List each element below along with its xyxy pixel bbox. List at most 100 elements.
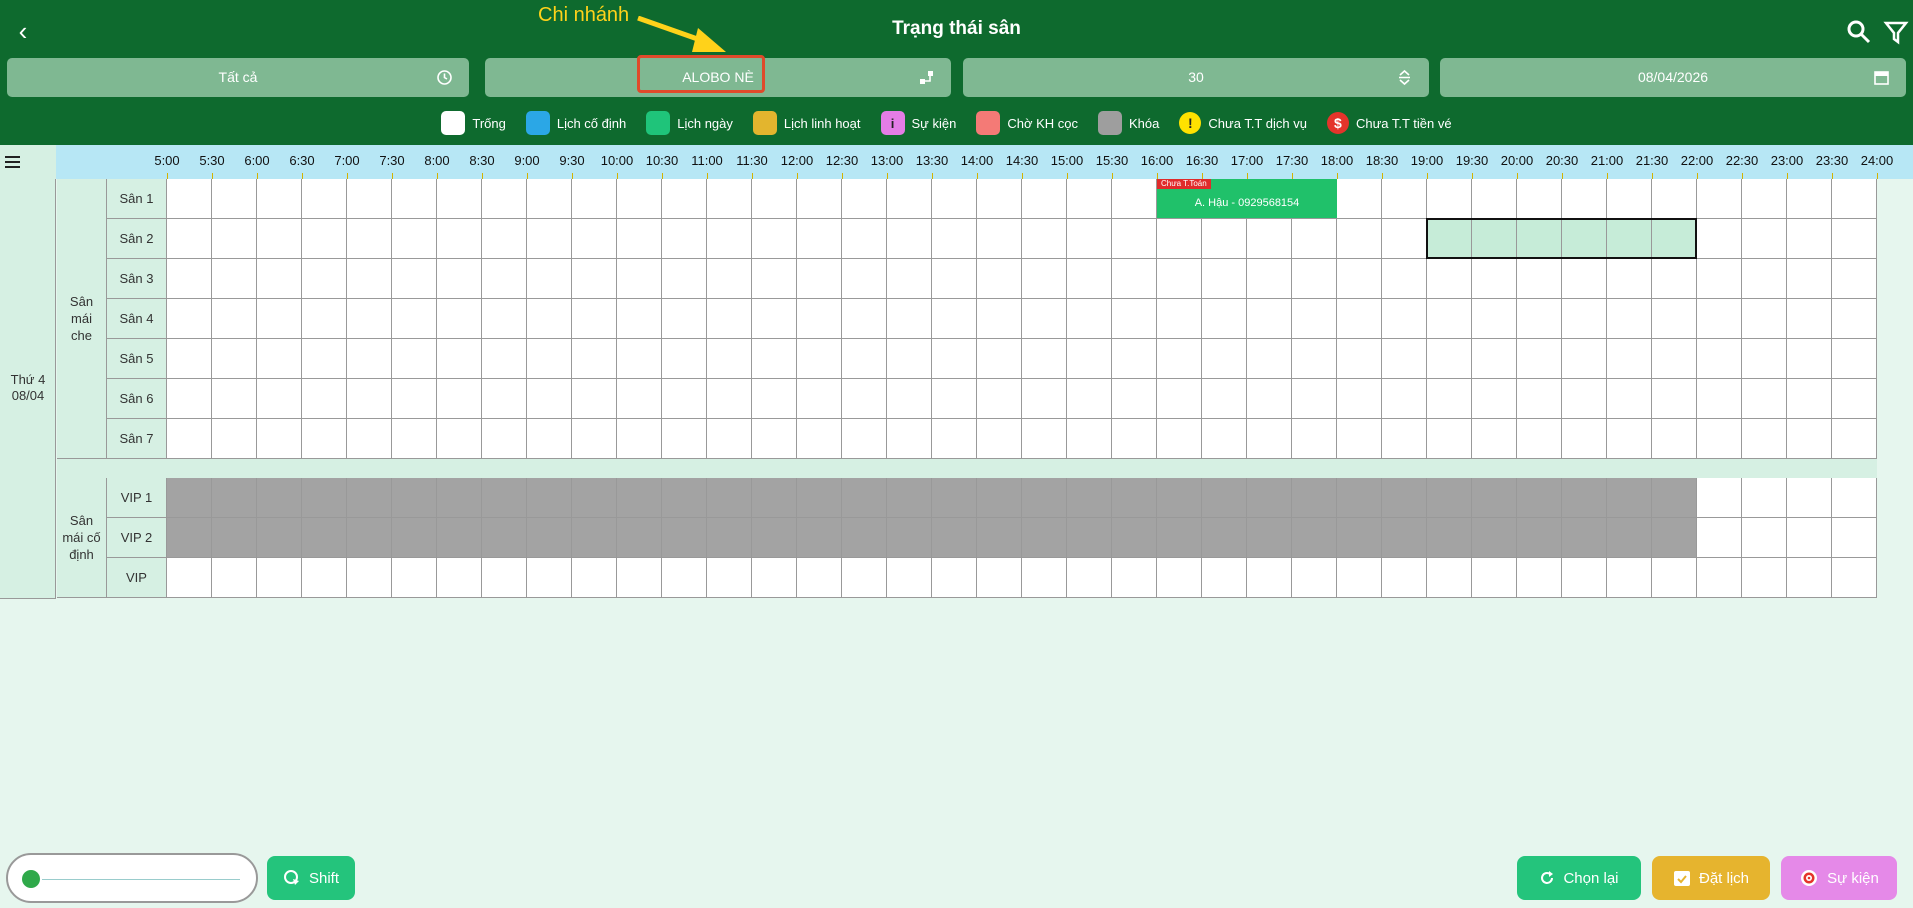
slot-cell[interactable] bbox=[257, 179, 302, 219]
slot-cell[interactable] bbox=[1832, 179, 1877, 219]
slot-cell[interactable] bbox=[347, 339, 392, 379]
slot-cell[interactable] bbox=[1697, 379, 1742, 419]
slot-cell[interactable] bbox=[1157, 558, 1202, 598]
slot-cell[interactable] bbox=[1472, 299, 1517, 339]
slot-cell[interactable] bbox=[1067, 518, 1112, 558]
slot-cell[interactable] bbox=[1292, 518, 1337, 558]
slot-cell[interactable] bbox=[1337, 219, 1382, 259]
slot-cell[interactable] bbox=[482, 259, 527, 299]
slot-cell[interactable] bbox=[842, 179, 887, 219]
slot-cell[interactable] bbox=[1697, 518, 1742, 558]
slot-cell[interactable] bbox=[707, 478, 752, 518]
slot-cell[interactable] bbox=[752, 339, 797, 379]
slot-cell[interactable] bbox=[1742, 299, 1787, 339]
slot-cell[interactable] bbox=[257, 518, 302, 558]
slot-cell[interactable] bbox=[1067, 259, 1112, 299]
slot-cell[interactable] bbox=[257, 339, 302, 379]
slot-cell[interactable] bbox=[1517, 558, 1562, 598]
slot-cell[interactable] bbox=[392, 259, 437, 299]
slot-cell[interactable] bbox=[1832, 339, 1877, 379]
slot-cell[interactable] bbox=[1382, 419, 1427, 459]
slot-cell[interactable] bbox=[1832, 518, 1877, 558]
slot-cell[interactable] bbox=[1247, 518, 1292, 558]
slot-cell[interactable] bbox=[1292, 379, 1337, 419]
slot-cell[interactable] bbox=[662, 419, 707, 459]
slot-cell[interactable] bbox=[1382, 259, 1427, 299]
slot-cell[interactable] bbox=[1382, 339, 1427, 379]
slot-cell[interactable] bbox=[1787, 518, 1832, 558]
slot-cell[interactable] bbox=[1112, 478, 1157, 518]
slot-cell[interactable] bbox=[1337, 419, 1382, 459]
slot-cell[interactable] bbox=[1832, 558, 1877, 598]
slot-cell[interactable] bbox=[1337, 478, 1382, 518]
slot-cell[interactable] bbox=[1472, 339, 1517, 379]
slot-cell[interactable] bbox=[1742, 478, 1787, 518]
slot-cell[interactable] bbox=[797, 339, 842, 379]
slot-cell[interactable] bbox=[1517, 259, 1562, 299]
slot-cell[interactable] bbox=[1382, 299, 1427, 339]
slot-cell[interactable] bbox=[1022, 518, 1067, 558]
slot-cell[interactable] bbox=[1067, 179, 1112, 219]
slot-cell[interactable] bbox=[1652, 478, 1697, 518]
slot-cell[interactable] bbox=[527, 259, 572, 299]
slot-cell[interactable] bbox=[1112, 219, 1157, 259]
slot-cell[interactable] bbox=[797, 299, 842, 339]
slot-cell[interactable] bbox=[1652, 179, 1697, 219]
slot-cell[interactable] bbox=[167, 419, 212, 459]
slot-cell[interactable] bbox=[1337, 518, 1382, 558]
slot-cell[interactable] bbox=[707, 299, 752, 339]
slot-cell[interactable] bbox=[977, 478, 1022, 518]
slot-cell[interactable] bbox=[1022, 299, 1067, 339]
slot-cell[interactable] bbox=[212, 419, 257, 459]
slot-cell[interactable] bbox=[1022, 179, 1067, 219]
slot-cell[interactable] bbox=[887, 339, 932, 379]
slot-cell[interactable] bbox=[1607, 478, 1652, 518]
slot-cell[interactable] bbox=[1562, 379, 1607, 419]
slot-cell[interactable] bbox=[1022, 379, 1067, 419]
slot-cell[interactable] bbox=[1202, 478, 1247, 518]
slot-cell[interactable] bbox=[392, 478, 437, 518]
slot-cell[interactable] bbox=[347, 259, 392, 299]
slot-cell[interactable] bbox=[572, 379, 617, 419]
slot-cell[interactable] bbox=[1742, 379, 1787, 419]
slot-cell[interactable] bbox=[1472, 558, 1517, 598]
slot-cell[interactable] bbox=[482, 219, 527, 259]
slot-cell[interactable] bbox=[1337, 299, 1382, 339]
slot-cell[interactable] bbox=[302, 379, 347, 419]
slot-cell[interactable] bbox=[1067, 478, 1112, 518]
slot-cell[interactable] bbox=[1562, 219, 1607, 259]
slot-cell[interactable] bbox=[1562, 518, 1607, 558]
slot-cell[interactable] bbox=[797, 219, 842, 259]
slot-cell[interactable] bbox=[1787, 179, 1832, 219]
slot-cell[interactable] bbox=[707, 259, 752, 299]
slot-cell[interactable] bbox=[1112, 299, 1157, 339]
slot-cell[interactable] bbox=[662, 339, 707, 379]
menu-icon[interactable] bbox=[0, 145, 56, 179]
slot-cell[interactable] bbox=[347, 518, 392, 558]
slot-cell[interactable] bbox=[752, 558, 797, 598]
slot-cell[interactable] bbox=[212, 259, 257, 299]
slot-cell[interactable] bbox=[932, 339, 977, 379]
slot-cell[interactable] bbox=[257, 419, 302, 459]
slot-cell[interactable] bbox=[1562, 558, 1607, 598]
slot-cell[interactable] bbox=[797, 518, 842, 558]
slot-cell[interactable] bbox=[707, 379, 752, 419]
slot-cell[interactable] bbox=[527, 379, 572, 419]
slot-cell[interactable] bbox=[212, 299, 257, 339]
slot-cell[interactable] bbox=[1607, 379, 1652, 419]
slot-cell[interactable] bbox=[572, 419, 617, 459]
event-button[interactable]: Sự kiện bbox=[1781, 856, 1897, 900]
slot-cell[interactable] bbox=[302, 558, 347, 598]
slot-cell[interactable] bbox=[1247, 339, 1292, 379]
slot-cell[interactable] bbox=[572, 518, 617, 558]
slot-cell[interactable] bbox=[752, 299, 797, 339]
slot-cell[interactable] bbox=[752, 478, 797, 518]
slot-cell[interactable] bbox=[1112, 558, 1157, 598]
slot-cell[interactable] bbox=[437, 219, 482, 259]
slot-cell[interactable] bbox=[797, 259, 842, 299]
slot-cell[interactable] bbox=[1022, 419, 1067, 459]
slot-cell[interactable] bbox=[662, 379, 707, 419]
booking-block[interactable]: Chưa T.Toán A. Hậu - 0929568154 bbox=[1157, 179, 1337, 218]
slot-cell[interactable] bbox=[662, 558, 707, 598]
slot-cell[interactable] bbox=[1067, 299, 1112, 339]
